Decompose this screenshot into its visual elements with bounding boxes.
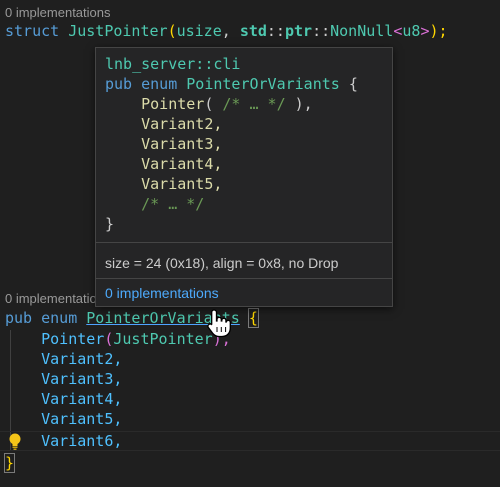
closing-brace-line[interactable]: } <box>3 453 16 473</box>
open-paren: ( <box>167 22 177 40</box>
layout-info: size = 24 (0x18), align = 0x8, no Drop <box>105 255 339 271</box>
pub-keyword: pub <box>5 309 33 327</box>
variant-pointer[interactable]: Pointer <box>41 330 104 348</box>
hover-separator <box>96 278 392 279</box>
variant-item[interactable]: Variant2, <box>41 350 122 368</box>
pointer-comment: /* … */ <box>222 95 286 113</box>
hover-module-path: lnb_server::cli <box>105 54 240 74</box>
pointer-open: ( <box>204 95 223 113</box>
trailing-comment: /* … */ <box>141 195 205 213</box>
module-path: lnb_server::cli <box>105 55 241 73</box>
hover-close-brace: } <box>105 214 114 234</box>
code-editor[interactable]: 0 implementations struct JustPointer(usi… <box>0 0 500 487</box>
hover-signature: pub enum PointerOrVariants { <box>105 74 358 94</box>
pointer-close: ), <box>285 95 313 113</box>
variant-line[interactable]: Variant5, <box>5 409 122 429</box>
variant-line-pointer[interactable]: Pointer(JustPointer), <box>5 329 231 349</box>
comma: , <box>221 22 240 40</box>
hover-variant: Variant2, <box>105 114 222 134</box>
implementations-link[interactable]: 0 implementations <box>105 285 219 301</box>
sig-brace: { <box>339 75 358 93</box>
hover-variant: Variant3, <box>105 134 222 154</box>
enum-keyword: enum <box>41 309 78 327</box>
variant-line-current[interactable]: Variant6, <box>5 431 122 451</box>
hand-pointer-icon <box>207 309 231 338</box>
struct-keyword: struct <box>5 22 60 40</box>
variant-item[interactable]: Variant3, <box>41 370 122 388</box>
codelens-implementations[interactable]: 0 implementations <box>5 5 111 21</box>
pointer-arg-type[interactable]: JustPointer <box>113 330 212 348</box>
variant-item: Variant4, <box>141 155 223 173</box>
hover-popup: lnb_server::cli pub enum PointerOrVarian… <box>95 47 393 307</box>
variant-item: Variant5, <box>141 175 223 193</box>
u8-type[interactable]: u8 <box>402 22 420 40</box>
brace-open: { <box>247 308 259 328</box>
path-sep: :: <box>312 22 331 40</box>
hover-trailing-comment: /* … */ <box>105 194 204 214</box>
sig-keywords: pub enum <box>105 75 187 93</box>
variant-item[interactable]: Variant5, <box>41 410 122 428</box>
variant-line[interactable]: Variant4, <box>5 389 122 409</box>
usize-type[interactable]: usize <box>177 22 222 40</box>
struct-name[interactable]: JustPointer <box>68 22 167 40</box>
nonnull-type[interactable]: NonNull <box>330 22 393 40</box>
variant-line[interactable]: Variant2, <box>5 349 122 369</box>
hover-variant: Variant5, <box>105 174 222 194</box>
variant-item[interactable]: Variant4, <box>41 390 122 408</box>
sig-name: PointerOrVariants <box>186 75 340 93</box>
variant-pointer: Pointer <box>141 95 205 113</box>
ptr-module[interactable]: ptr <box>285 22 312 40</box>
path-sep: :: <box>266 22 285 40</box>
std-module[interactable]: std <box>240 22 267 40</box>
hover-variant-pointer: Pointer( /* … */ ), <box>105 94 313 114</box>
close-brace: } <box>105 215 115 233</box>
variant-item: Variant2, <box>141 115 223 133</box>
close-paren-semicolon: ); <box>429 22 448 40</box>
hover-variant: Variant4, <box>105 154 222 174</box>
variant-line[interactable]: Variant3, <box>5 369 122 389</box>
variant-item[interactable]: Variant6, <box>41 432 122 450</box>
struct-line[interactable]: struct JustPointer(usize, std::ptr::NonN… <box>5 21 448 41</box>
brace-close: } <box>3 453 16 473</box>
hover-separator <box>96 242 392 243</box>
lightbulb-icon[interactable] <box>8 433 22 451</box>
variant-item: Variant3, <box>141 135 223 153</box>
